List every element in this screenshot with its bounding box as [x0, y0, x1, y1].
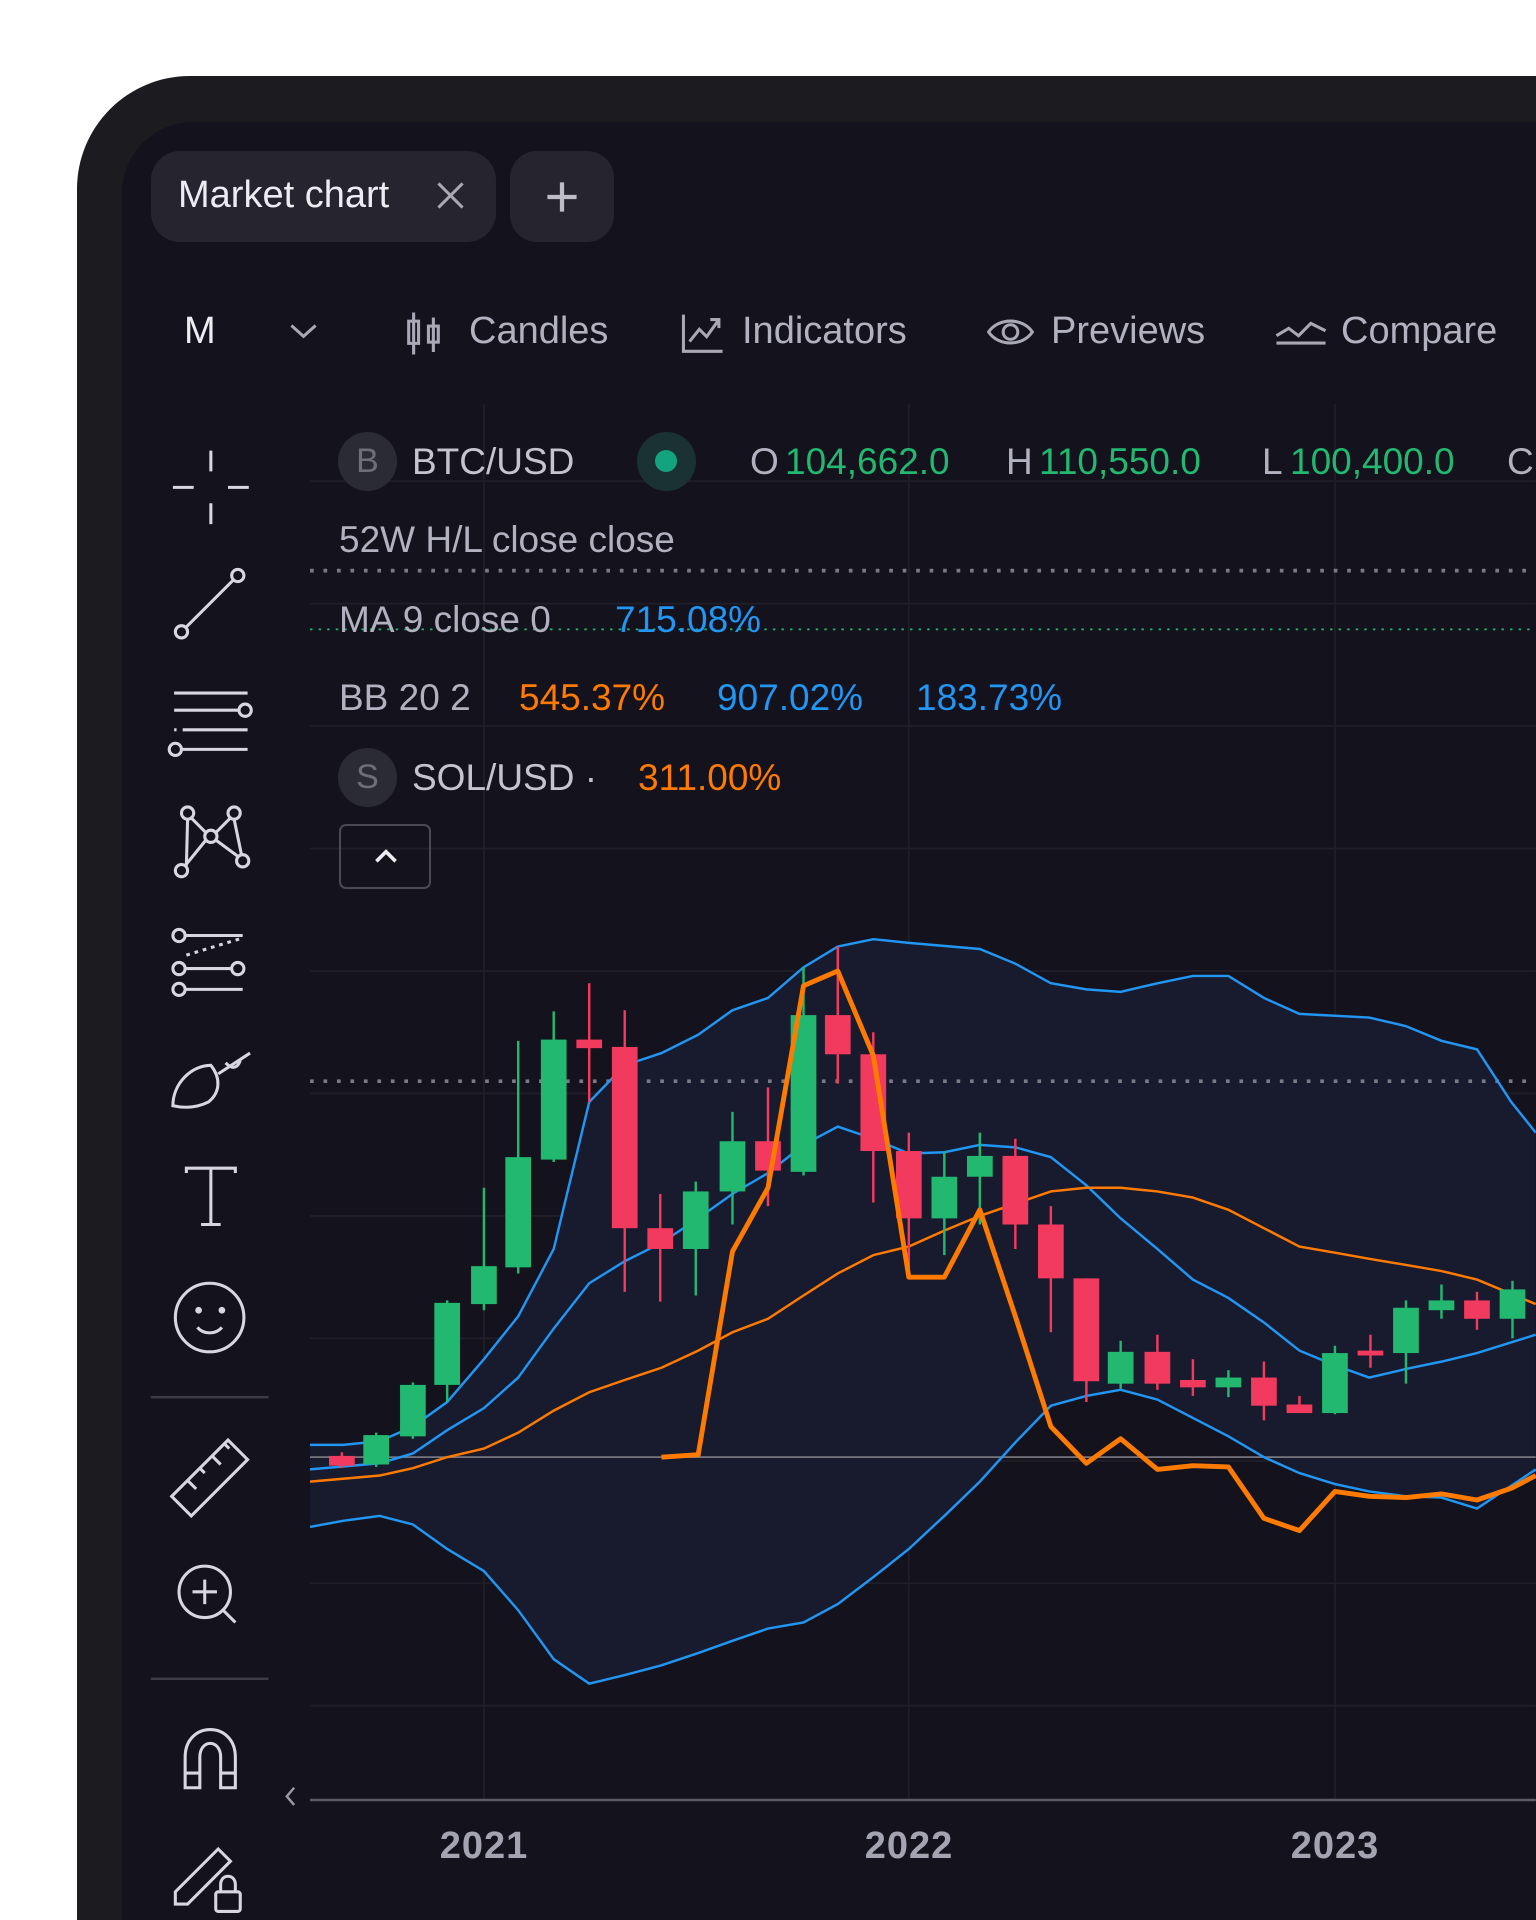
ruler-icon[interactable]	[169, 1437, 250, 1519]
bb-lower-value: 183.73%	[916, 677, 1063, 718]
low-value: 100,400.0	[1290, 441, 1455, 482]
candle-body	[1251, 1377, 1277, 1406]
x-tick-2023: 2023	[1290, 1825, 1380, 1867]
compare-symbol[interactable]: SOL/USD ·	[412, 757, 597, 799]
symbol-badge: B	[338, 432, 397, 491]
bollinger-band-fill	[310, 939, 1536, 1684]
chevron-up-icon	[375, 849, 397, 863]
candle-body	[966, 1155, 993, 1177]
close-label: C	[1507, 441, 1534, 482]
trend-line-icon[interactable]	[173, 567, 246, 640]
fib-icon[interactable]	[171, 927, 246, 998]
candle-body	[1073, 1278, 1100, 1382]
ma-indicator[interactable]: MA 9 close 0	[339, 599, 551, 641]
scroll-left-icon[interactable]	[285, 1786, 296, 1806]
candle-down	[576, 983, 603, 1103]
candle-body	[1002, 1155, 1029, 1225]
high-label: H	[1006, 441, 1033, 482]
candle-body	[1215, 1377, 1242, 1388]
horizontal-lines-icon[interactable]	[167, 691, 253, 758]
candle-body	[1393, 1307, 1419, 1354]
candle-body	[400, 1384, 426, 1437]
market-open-dot-icon	[655, 450, 677, 472]
candle-body	[540, 1039, 567, 1160]
candle-body	[1286, 1404, 1313, 1414]
ma-value: 715.08%	[615, 599, 762, 640]
zoom-in-icon[interactable]	[177, 1564, 237, 1624]
compare-badge: S	[338, 748, 397, 807]
candle-body	[576, 1039, 603, 1049]
market-status	[637, 432, 696, 491]
candle-body	[824, 1015, 851, 1055]
candle-body	[1322, 1353, 1348, 1414]
text-icon[interactable]	[184, 1166, 237, 1227]
candle-body	[1144, 1351, 1171, 1384]
candle-body	[1499, 1289, 1526, 1319]
bb-indicator[interactable]: BB 20 2	[339, 677, 471, 719]
open-label: O	[750, 441, 779, 482]
candle-body	[647, 1228, 674, 1249]
collapse-legend-button[interactable]	[339, 824, 431, 889]
candle-up	[363, 1432, 390, 1467]
high-value: 110,550.0	[1039, 441, 1201, 482]
candle-body	[1038, 1224, 1064, 1279]
bb-upper-value: 907.02%	[717, 677, 864, 718]
candle-body	[719, 1141, 746, 1192]
52w-hl-indicator[interactable]: 52W H/L close close	[339, 519, 675, 561]
crosshair-icon[interactable]	[172, 450, 249, 525]
low-label: L	[1262, 441, 1283, 482]
symbol-name[interactable]: BTC/USD	[412, 441, 574, 483]
candle-body	[1428, 1300, 1455, 1311]
candle-body	[1464, 1300, 1490, 1319]
candle-body	[329, 1455, 355, 1466]
x-tick-2022: 2022	[864, 1825, 954, 1867]
emoji-icon[interactable]	[173, 1281, 246, 1354]
price-chart[interactable]	[0, 0, 1536, 1920]
bb-basis-value: 545.37%	[519, 677, 666, 718]
magnet-icon[interactable]	[183, 1728, 237, 1790]
lock-drawings-icon[interactable]	[173, 1846, 242, 1913]
candle-body	[471, 1266, 497, 1305]
x-tick-2021: 2021	[439, 1825, 529, 1867]
candle-up	[1322, 1345, 1348, 1415]
candle-up	[434, 1300, 461, 1403]
candle-body	[434, 1302, 461, 1385]
candle-body	[931, 1176, 958, 1219]
open-value: 104,662.0	[785, 441, 950, 482]
compare-value: 311.00%	[638, 757, 782, 798]
candle-body	[1357, 1350, 1384, 1356]
candle-body	[505, 1157, 532, 1268]
candle-body	[1180, 1380, 1206, 1388]
candle-up	[471, 1187, 497, 1311]
candle-up	[505, 1040, 532, 1274]
candle-up	[400, 1382, 426, 1439]
candle-body	[1107, 1351, 1134, 1384]
candle-body	[611, 1046, 638, 1229]
candle-body	[363, 1435, 390, 1465]
pattern-icon[interactable]	[173, 805, 251, 879]
candle-up	[540, 1011, 567, 1163]
candle-body	[682, 1191, 709, 1249]
brush-icon[interactable]	[171, 1051, 251, 1109]
